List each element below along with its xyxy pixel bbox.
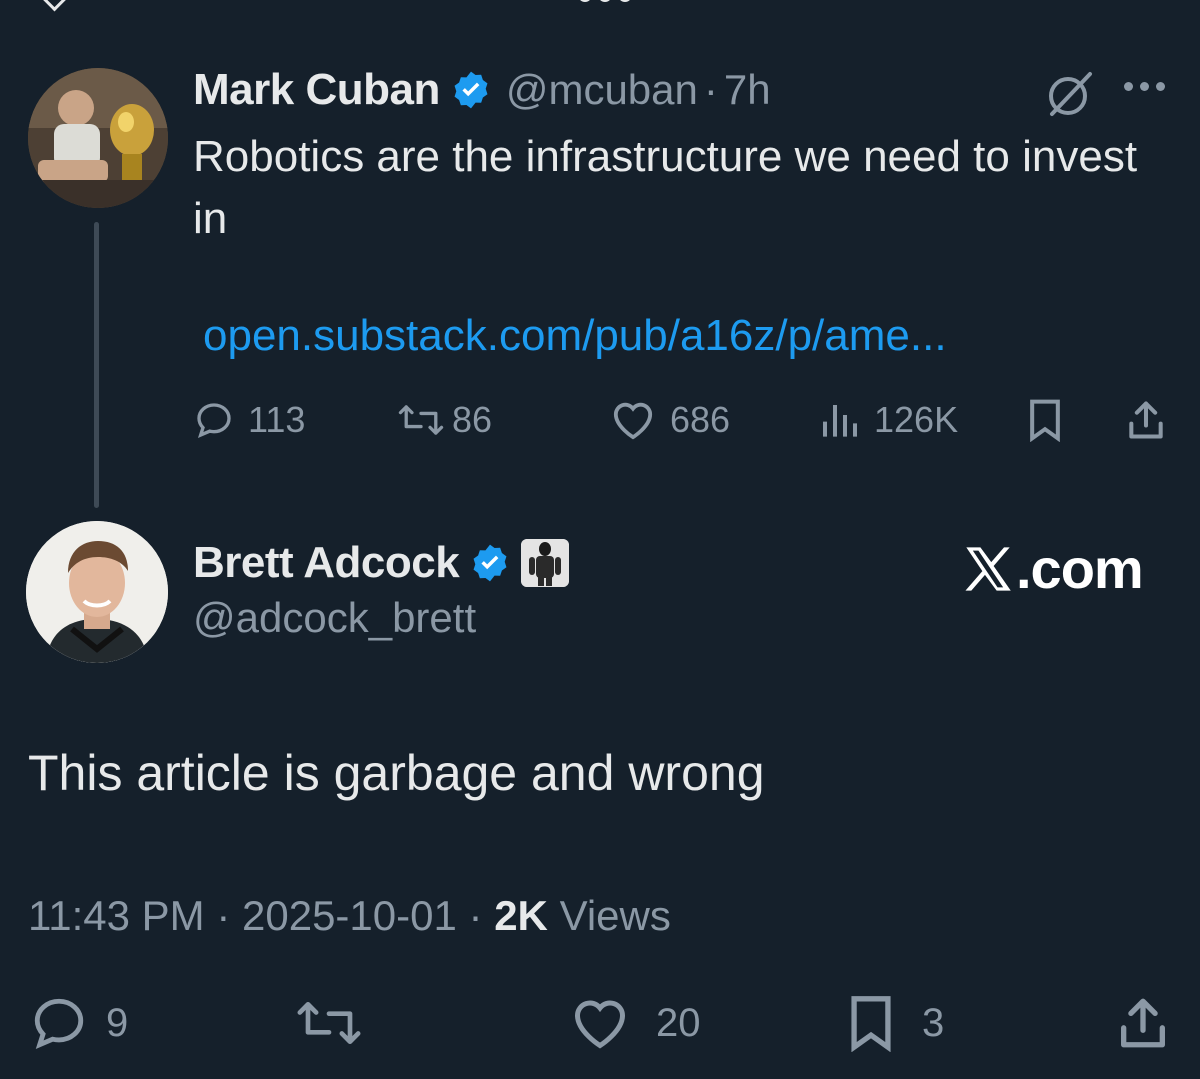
grok-icon[interactable] — [1044, 68, 1096, 120]
repost-count: 86 — [452, 399, 493, 440]
main-tweet-text: This article is garbage and wrong — [28, 745, 765, 801]
tweet-time[interactable]: 7h — [724, 66, 771, 114]
author-handle[interactable]: @adcock_brett — [193, 594, 476, 642]
main-tweet-actions: 9 20 3 — [0, 990, 1200, 1056]
verified-badge-icon — [454, 71, 488, 109]
bookmark-count: 3 — [922, 1000, 945, 1045]
views-label: Views — [559, 892, 671, 939]
x-com-watermark: .com — [962, 536, 1144, 601]
bookmark-icon — [851, 996, 891, 1052]
bookmark-button[interactable]: 3 — [846, 990, 944, 1056]
repost-icon — [297, 1002, 361, 1044]
thread-connector-line — [94, 222, 99, 508]
author-handle[interactable]: @mcuban — [506, 66, 698, 114]
share-icon — [1129, 401, 1163, 439]
separator: · — [216, 892, 231, 939]
share-icon — [1121, 998, 1165, 1048]
reply-count: 113 — [248, 399, 306, 440]
author-name[interactable]: Mark Cuban — [193, 65, 440, 115]
quoted-tweet-header: Mark Cuban @mcuban · 7h — [193, 62, 771, 118]
views-count[interactable]: 2K — [494, 892, 548, 939]
more-options-icon[interactable] — [1124, 82, 1165, 91]
more-options-icon[interactable] — [578, 0, 632, 2]
views-button[interactable]: 126K — [820, 390, 958, 450]
reply-count: 9 — [106, 1000, 129, 1045]
article-link[interactable]: open.substack.com/pub/a16z/p/ame... — [203, 311, 947, 361]
robot-badge-icon — [521, 539, 570, 587]
views-count: 126K — [874, 399, 959, 440]
views-icon — [823, 405, 857, 437]
reply-button[interactable]: 113 — [194, 390, 305, 450]
reply-icon — [197, 403, 231, 438]
like-button[interactable]: 686 — [610, 390, 730, 450]
quoted-tweet-text: Robotics are the infrastructure we need … — [193, 132, 1138, 243]
tweet-time[interactable]: 11:43 PM — [28, 892, 205, 939]
watermark-text: .com — [1016, 537, 1144, 600]
chevron-down-icon[interactable] — [39, 0, 70, 12]
like-button[interactable]: 20 — [570, 990, 701, 1056]
main-tweet-header: Brett Adcock — [193, 534, 570, 592]
separator: · — [703, 66, 718, 113]
bookmark-icon — [1030, 399, 1060, 442]
quoted-tweet-actions: 113 86 686 126K — [0, 390, 1200, 450]
like-icon — [613, 402, 653, 440]
bookmark-button[interactable] — [1026, 390, 1064, 450]
tweet-screenshot: Mark Cuban @mcuban · 7h Robotics are the… — [0, 0, 1200, 1079]
verified-badge-icon — [473, 544, 507, 582]
avatar[interactable] — [28, 68, 168, 208]
share-button[interactable] — [1114, 990, 1172, 1056]
separator: · — [468, 892, 483, 939]
author-name[interactable]: Brett Adcock — [193, 538, 460, 588]
like-icon — [574, 1000, 626, 1049]
reply-button[interactable]: 9 — [30, 990, 128, 1056]
repost-button[interactable] — [296, 990, 362, 1056]
tweet-meta: 11:43 PM · 2025-10-01 · 2K Views — [28, 892, 671, 940]
share-button[interactable] — [1124, 390, 1168, 450]
avatar[interactable] — [26, 521, 168, 663]
like-count: 20 — [656, 1000, 701, 1045]
tweet-date[interactable]: 2025-10-01 — [242, 892, 457, 939]
like-count: 686 — [670, 399, 731, 440]
reply-icon — [34, 998, 84, 1050]
repost-button[interactable]: 86 — [398, 390, 492, 450]
repost-icon — [398, 405, 444, 435]
x-logo-icon — [965, 546, 1011, 591]
